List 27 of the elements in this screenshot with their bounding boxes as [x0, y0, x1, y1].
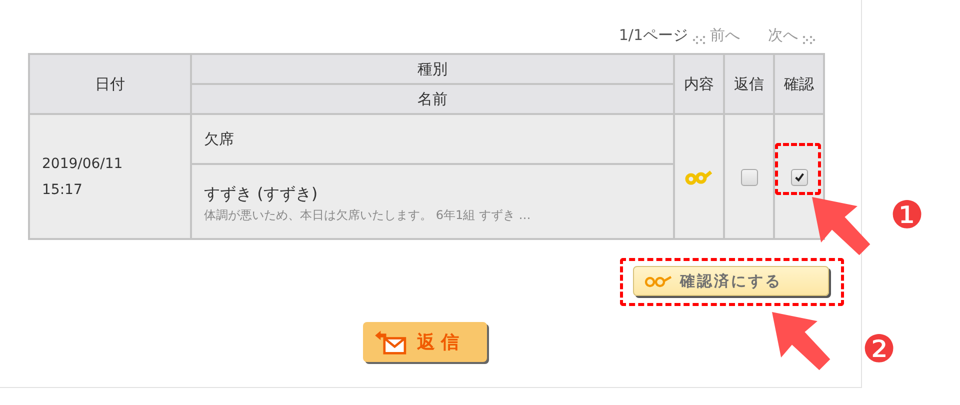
table-cell: 2019/06/11 15:17	[29, 114, 191, 239]
page-info: 1/1ページ	[618, 26, 688, 45]
glasses-icon[interactable]	[684, 169, 714, 186]
message-preview: 体調が悪いため、本日は欠席いたします。 6年1組 すずき …	[204, 206, 532, 224]
column-header: 確認	[774, 54, 824, 114]
reply-button[interactable]: 返信	[363, 322, 487, 362]
step-number: ❷	[862, 330, 896, 368]
table-cell: 欠席	[191, 114, 674, 164]
column-header: 内容	[674, 54, 724, 114]
column-header: 種別	[191, 54, 674, 84]
next-icon	[802, 35, 816, 45]
pointer-arrow	[772, 312, 832, 372]
checkbox[interactable]	[740, 168, 758, 186]
previous-icon	[692, 35, 706, 45]
column-header: 返信	[724, 54, 774, 114]
pointer-arrow	[812, 197, 872, 257]
checkbox[interactable]	[790, 168, 808, 186]
sender-name: すずき (すずき)	[204, 184, 319, 204]
previous-link[interactable]: 前へ	[710, 26, 740, 45]
next-link[interactable]: 次へ	[768, 26, 798, 45]
column-header: 日付	[29, 54, 191, 114]
check-icon	[794, 172, 804, 183]
column-header: 名前	[191, 84, 674, 114]
step-number: ❶	[890, 196, 924, 234]
highlight-frame	[775, 143, 821, 195]
mark-confirmed-button[interactable]: 確認済にする	[633, 266, 829, 296]
glasses-icon	[644, 274, 674, 288]
